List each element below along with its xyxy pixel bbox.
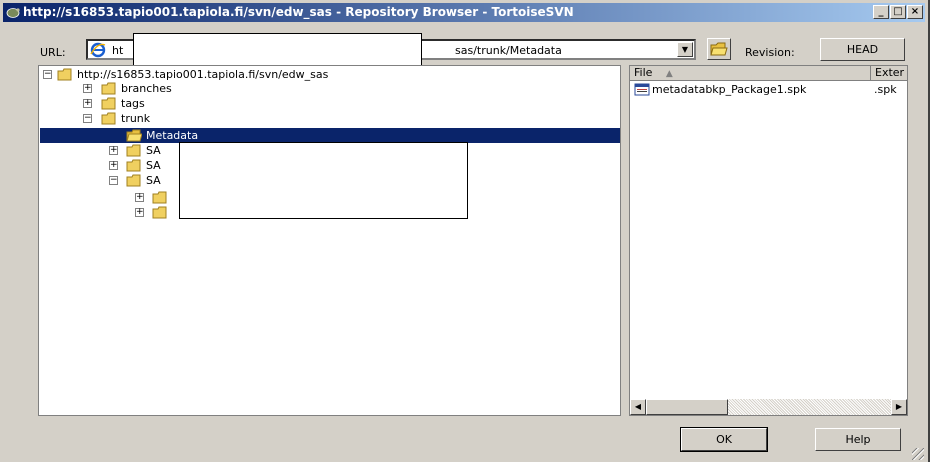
folder-icon — [126, 159, 141, 172]
tree-item-label: trunk — [121, 112, 151, 125]
file-row[interactable]: metadatabkp_Package1.spk .spk — [630, 82, 907, 97]
folder-icon — [101, 112, 116, 125]
scroll-thumb[interactable] — [646, 399, 728, 415]
expand-icon[interactable]: + — [83, 99, 92, 108]
maximize-button[interactable]: □ — [890, 5, 906, 19]
collapse-icon[interactable]: − — [83, 114, 92, 123]
file-extension: .spk — [874, 83, 897, 96]
url-text-end: sas/trunk/Metadata — [455, 44, 562, 57]
expand-icon[interactable]: + — [135, 208, 144, 217]
folder-icon — [152, 191, 167, 204]
ok-button[interactable]: OK — [680, 427, 768, 452]
scroll-right-button[interactable]: ▶ — [891, 399, 907, 415]
tree-item-label: http://s16853.tapio001.tapiola.fi/svn/ed… — [77, 68, 329, 81]
horizontal-scrollbar[interactable]: ◀ ▶ — [630, 399, 907, 415]
tree-item-label: tags — [121, 97, 145, 110]
browse-folder-button[interactable] — [707, 38, 731, 60]
redaction-box — [179, 142, 468, 219]
tree-item-label: SA — [146, 174, 161, 187]
folder-icon — [152, 206, 167, 219]
package-file-icon — [634, 83, 650, 96]
folder-icon — [710, 42, 728, 56]
column-header-label: Exter — [875, 66, 905, 79]
url-text-start: ht — [112, 44, 124, 57]
column-header-extension[interactable]: Exter — [871, 66, 907, 81]
folder-icon — [101, 82, 116, 95]
expand-icon[interactable]: + — [135, 193, 144, 202]
expand-icon[interactable]: + — [83, 84, 92, 93]
folder-icon — [126, 174, 141, 187]
revision-label: Revision: — [745, 46, 795, 59]
open-folder-icon — [126, 129, 142, 142]
repository-browser-window: http://s16853.tapio001.tapiola.fi/svn/ed… — [0, 0, 930, 462]
sort-ascending-icon: ▲ — [665, 69, 673, 79]
collapse-icon[interactable]: − — [109, 176, 118, 185]
tree-item-label: SA — [146, 159, 161, 172]
tree-item-label: SA — [146, 144, 161, 157]
repository-tree[interactable]: − http://s16853.tapio001.tapiola.fi/svn/… — [38, 65, 621, 416]
column-header-file[interactable]: File ▲ — [630, 66, 871, 81]
tortoisesvn-icon — [6, 8, 20, 18]
minimize-button[interactable]: _ — [873, 5, 889, 19]
column-header-label: File — [634, 66, 653, 79]
internet-explorer-icon — [90, 42, 106, 58]
close-button[interactable]: × — [907, 5, 923, 19]
collapse-icon[interactable]: − — [43, 70, 52, 79]
window-title: http://s16853.tapio001.tapiola.fi/svn/ed… — [23, 5, 574, 19]
folder-icon — [101, 97, 116, 110]
resize-grip[interactable] — [912, 448, 924, 460]
expand-icon[interactable]: + — [109, 146, 118, 155]
url-label: URL: — [40, 46, 66, 59]
file-name: metadatabkp_Package1.spk — [652, 83, 807, 96]
revision-head-button[interactable]: HEAD — [820, 38, 905, 61]
file-list[interactable]: File ▲ Exter metadatabkp_Package1.spk .s… — [629, 65, 908, 416]
folder-icon — [126, 144, 141, 157]
title-bar[interactable]: http://s16853.tapio001.tapiola.fi/svn/ed… — [3, 3, 925, 22]
help-button[interactable]: Help — [815, 428, 901, 451]
scroll-left-button[interactable]: ◀ — [630, 399, 646, 415]
url-dropdown-button[interactable]: ▼ — [677, 42, 693, 57]
tree-item-label: Metadata — [146, 129, 199, 142]
tree-item-label: branches — [121, 82, 172, 95]
expand-icon[interactable]: + — [109, 161, 118, 170]
folder-icon — [57, 68, 72, 81]
